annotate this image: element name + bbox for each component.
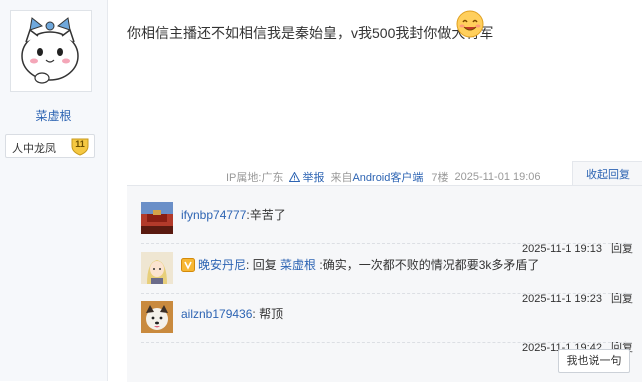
level-badge-box[interactable]: 人中龙凤 11 — [5, 134, 95, 158]
floor-number: 7楼 — [431, 172, 449, 184]
ip-location: IP属地:广东 — [226, 172, 284, 184]
reply-username[interactable]: ailznb179436 — [181, 307, 252, 321]
vip-badge-icon — [181, 257, 195, 272]
reply-username[interactable]: ifynbp74777 — [181, 208, 246, 222]
reply-item: 晚安丹尼 : 回复 菜虚根 :确实，一次都不败的情况都要3k多矛盾了 2025-… — [141, 252, 633, 308]
warning-icon — [289, 172, 301, 182]
post-meta-bar: IP属地:广东 举报 来自 Android客户端 7楼 2025-11-01 1… — [226, 169, 541, 185]
level-number: 11 — [75, 139, 85, 149]
author-column: 菜虚根 人中龙凤 11 — [0, 0, 108, 381]
reply-panel: ifynbp74777 : 辛苦了 2025-11-1 19:13 回复 晚安丹… — [127, 185, 642, 382]
post-content: 你相信主播还不如相信我是秦始皇，v我500我封你做大将军 — [127, 25, 494, 41]
reply-item: ifynbp74777 : 辛苦了 2025-11-1 19:13 回复 — [141, 202, 633, 258]
report-link[interactable]: 举报 — [289, 169, 324, 185]
reply-line: ifynbp74777 : 辛苦了 — [181, 206, 286, 223]
reply-line: ailznb179436 : 帮顶 — [181, 305, 283, 322]
post-timestamp: 2025-11-01 19:06 — [454, 171, 541, 183]
reply-avatar[interactable] — [141, 252, 173, 284]
reply-divider — [141, 293, 631, 294]
source-client-link[interactable]: Android客户端 — [352, 169, 423, 185]
reply-text: 辛苦了 — [249, 208, 286, 222]
reply-to-username[interactable]: 菜虚根 — [280, 256, 316, 273]
reply-divider — [141, 342, 631, 343]
report-label: 举报 — [302, 172, 325, 184]
reply-avatar[interactable] — [141, 301, 173, 333]
collapse-replies-button[interactable]: 收起回复 — [572, 161, 642, 187]
avatar-image — [12, 12, 88, 88]
reply-line: 晚安丹尼 : 回复 菜虚根 :确实，一次都不败的情况都要3k多矛盾了 — [181, 256, 539, 273]
reply-avatar[interactable] — [141, 202, 173, 234]
reply-text: :确实，一次都不败的情况都要3k多矛盾了 — [316, 258, 540, 272]
level-shield-icon: 11 — [70, 136, 90, 156]
level-title: 人中龙凤 — [12, 143, 56, 155]
author-name-link[interactable]: 菜虚根 — [0, 107, 107, 124]
reply-username[interactable]: 晚安丹尼 — [198, 256, 246, 273]
author-avatar[interactable] — [10, 10, 92, 92]
add-comment-button[interactable]: 我也说一句 — [558, 349, 630, 373]
reply-text: 帮顶 — [255, 307, 284, 321]
reply-divider — [141, 243, 631, 244]
smile-emoji-icon — [455, 9, 485, 39]
reply-prefix: 回复 — [249, 258, 281, 272]
source-prefix: 来自 — [330, 172, 353, 184]
